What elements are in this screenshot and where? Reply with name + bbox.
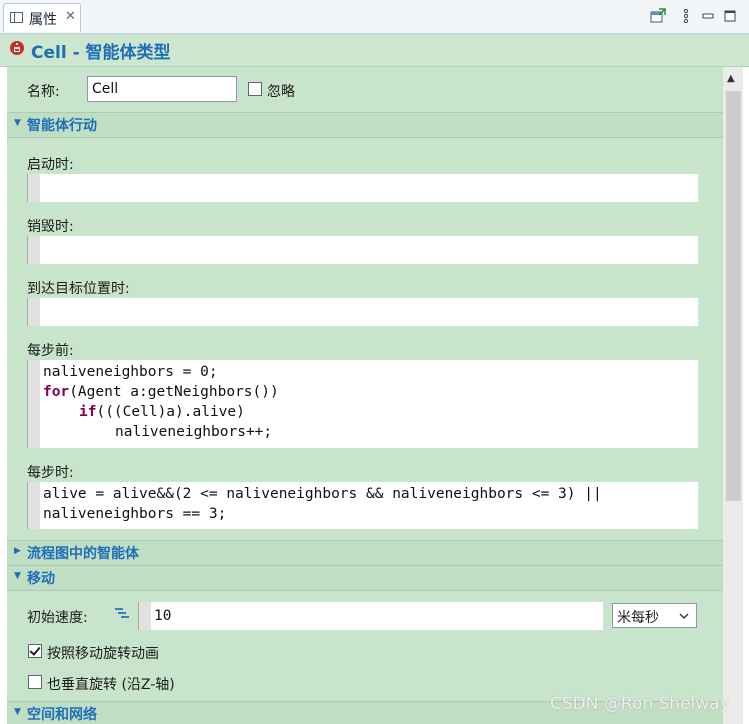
code-text: (Agent a:getNeighbors()) (69, 384, 279, 400)
section-agent-actions[interactable]: ▼ 智能体行动 (7, 112, 723, 138)
section-flowchart-agent[interactable]: ▶ 流程图中的智能体 (7, 540, 723, 566)
scroll-up-icon[interactable]: ▲ (727, 73, 735, 84)
code-keyword: for (43, 384, 70, 400)
scrollbar-thumb[interactable] (726, 91, 741, 501)
tab-close-icon[interactable]: ✕ (65, 9, 76, 24)
speed-unit-value: 米每秒 (617, 610, 659, 626)
expand-arrow-icon: ▼ (14, 118, 21, 128)
editor-gutter (28, 174, 40, 202)
view-menu-icon[interactable] (678, 8, 694, 24)
code-line: for(Agent a:getNeighbors()) (43, 382, 279, 402)
initial-speed-value: 10 (154, 608, 172, 624)
view-tab-bar: 属性 ✕ (0, 0, 749, 34)
name-input[interactable]: Cell (87, 76, 237, 102)
chevron-down-icon (679, 613, 689, 619)
speed-unit-select[interactable]: 米每秒 (612, 603, 697, 628)
code-line: naliveneighbors = 0; (43, 364, 218, 380)
on-destroy-editor[interactable] (27, 236, 698, 264)
section-movement[interactable]: ▼ 移动 (7, 565, 723, 591)
section-title: 移动 (27, 571, 55, 587)
minimize-icon[interactable] (700, 8, 716, 24)
on-step-label: 每步时: (27, 465, 74, 481)
expand-arrow-icon: ▼ (14, 571, 21, 581)
editor-gutter (139, 602, 151, 630)
ignore-label: 忽略 (267, 84, 295, 100)
section-title: 智能体行动 (27, 118, 97, 134)
vertical-rotate-checkbox[interactable] (28, 675, 42, 689)
expand-arrow-icon: ▼ (14, 707, 21, 717)
name-label: 名称: (27, 84, 60, 100)
code-text: (((Cell)a).alive) (96, 404, 245, 420)
tab-label: 属性 (29, 12, 57, 28)
editor-gutter (28, 482, 40, 529)
section-title: 空间和网络 (27, 707, 97, 723)
code-line: naliveneighbors == 3; (43, 506, 227, 522)
agent-type-icon (10, 41, 24, 55)
vertical-scrollbar[interactable]: ▲ (723, 67, 743, 724)
initial-speed-input[interactable]: 10 (138, 602, 603, 630)
initial-speed-label: 初始速度: (27, 610, 88, 626)
vertical-rotate-label: 也垂直旋转 (沿Z-轴) (47, 677, 175, 693)
page-title: Cell - 智能体类型 (31, 43, 171, 63)
dynamic-value-icon[interactable] (115, 607, 129, 619)
editor-gutter (28, 360, 40, 448)
before-step-label: 每步前: (27, 343, 74, 359)
maximize-icon[interactable] (722, 8, 738, 24)
before-step-editor[interactable]: naliveneighbors = 0; for(Agent a:getNeig… (27, 360, 698, 448)
on-destroy-label: 销毁时: (27, 219, 74, 235)
watermark: CSDN @Ron Shelway (550, 694, 730, 714)
collapsed-arrow-icon: ▶ (14, 546, 21, 556)
on-startup-label: 启动时: (27, 157, 74, 173)
properties-view-icon (10, 12, 23, 23)
on-step-editor[interactable]: alive = alive&&(2 <= naliveneighbors && … (27, 482, 698, 529)
on-startup-editor[interactable] (27, 174, 698, 202)
code-line: if(((Cell)a).alive) (79, 402, 245, 422)
on-arrival-editor[interactable] (27, 298, 698, 326)
pin-view-icon[interactable] (650, 8, 666, 24)
on-arrival-label: 到达目标位置时: (27, 281, 130, 297)
editor-gutter (28, 298, 40, 326)
code-line: alive = alive&&(2 <= naliveneighbors && … (43, 486, 602, 502)
code-keyword: if (79, 404, 97, 420)
code-line: naliveneighbors++; (115, 424, 273, 440)
section-title: 流程图中的智能体 (27, 546, 139, 562)
editor-gutter (28, 236, 40, 264)
rotate-animation-label: 按照移动旋转动画 (47, 646, 159, 662)
properties-tab[interactable]: 属性 ✕ (3, 3, 81, 32)
properties-header: Cell - 智能体类型 (0, 34, 749, 67)
name-input-value: Cell (92, 81, 119, 97)
rotate-animation-checkbox[interactable] (28, 644, 42, 658)
ignore-checkbox[interactable] (248, 82, 262, 96)
properties-content: 名称: Cell 忽略 ▼ 智能体行动 启动时: 销毁时: 到达目标位置时: 每… (7, 67, 723, 724)
